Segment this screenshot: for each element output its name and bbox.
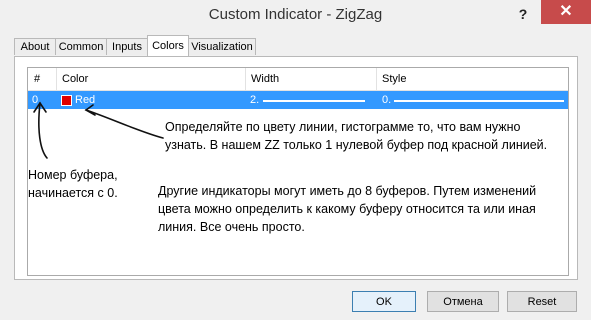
arrow-head-color-icon — [84, 104, 96, 116]
cancel-button[interactable]: Отмена — [427, 291, 499, 312]
reset-button[interactable]: Reset — [507, 291, 577, 312]
arrow-to-color-icon — [85, 109, 164, 139]
annotation-arrows — [33, 101, 164, 159]
tab-colors[interactable]: Colors — [147, 35, 189, 56]
ok-button[interactable]: OK — [352, 291, 416, 312]
